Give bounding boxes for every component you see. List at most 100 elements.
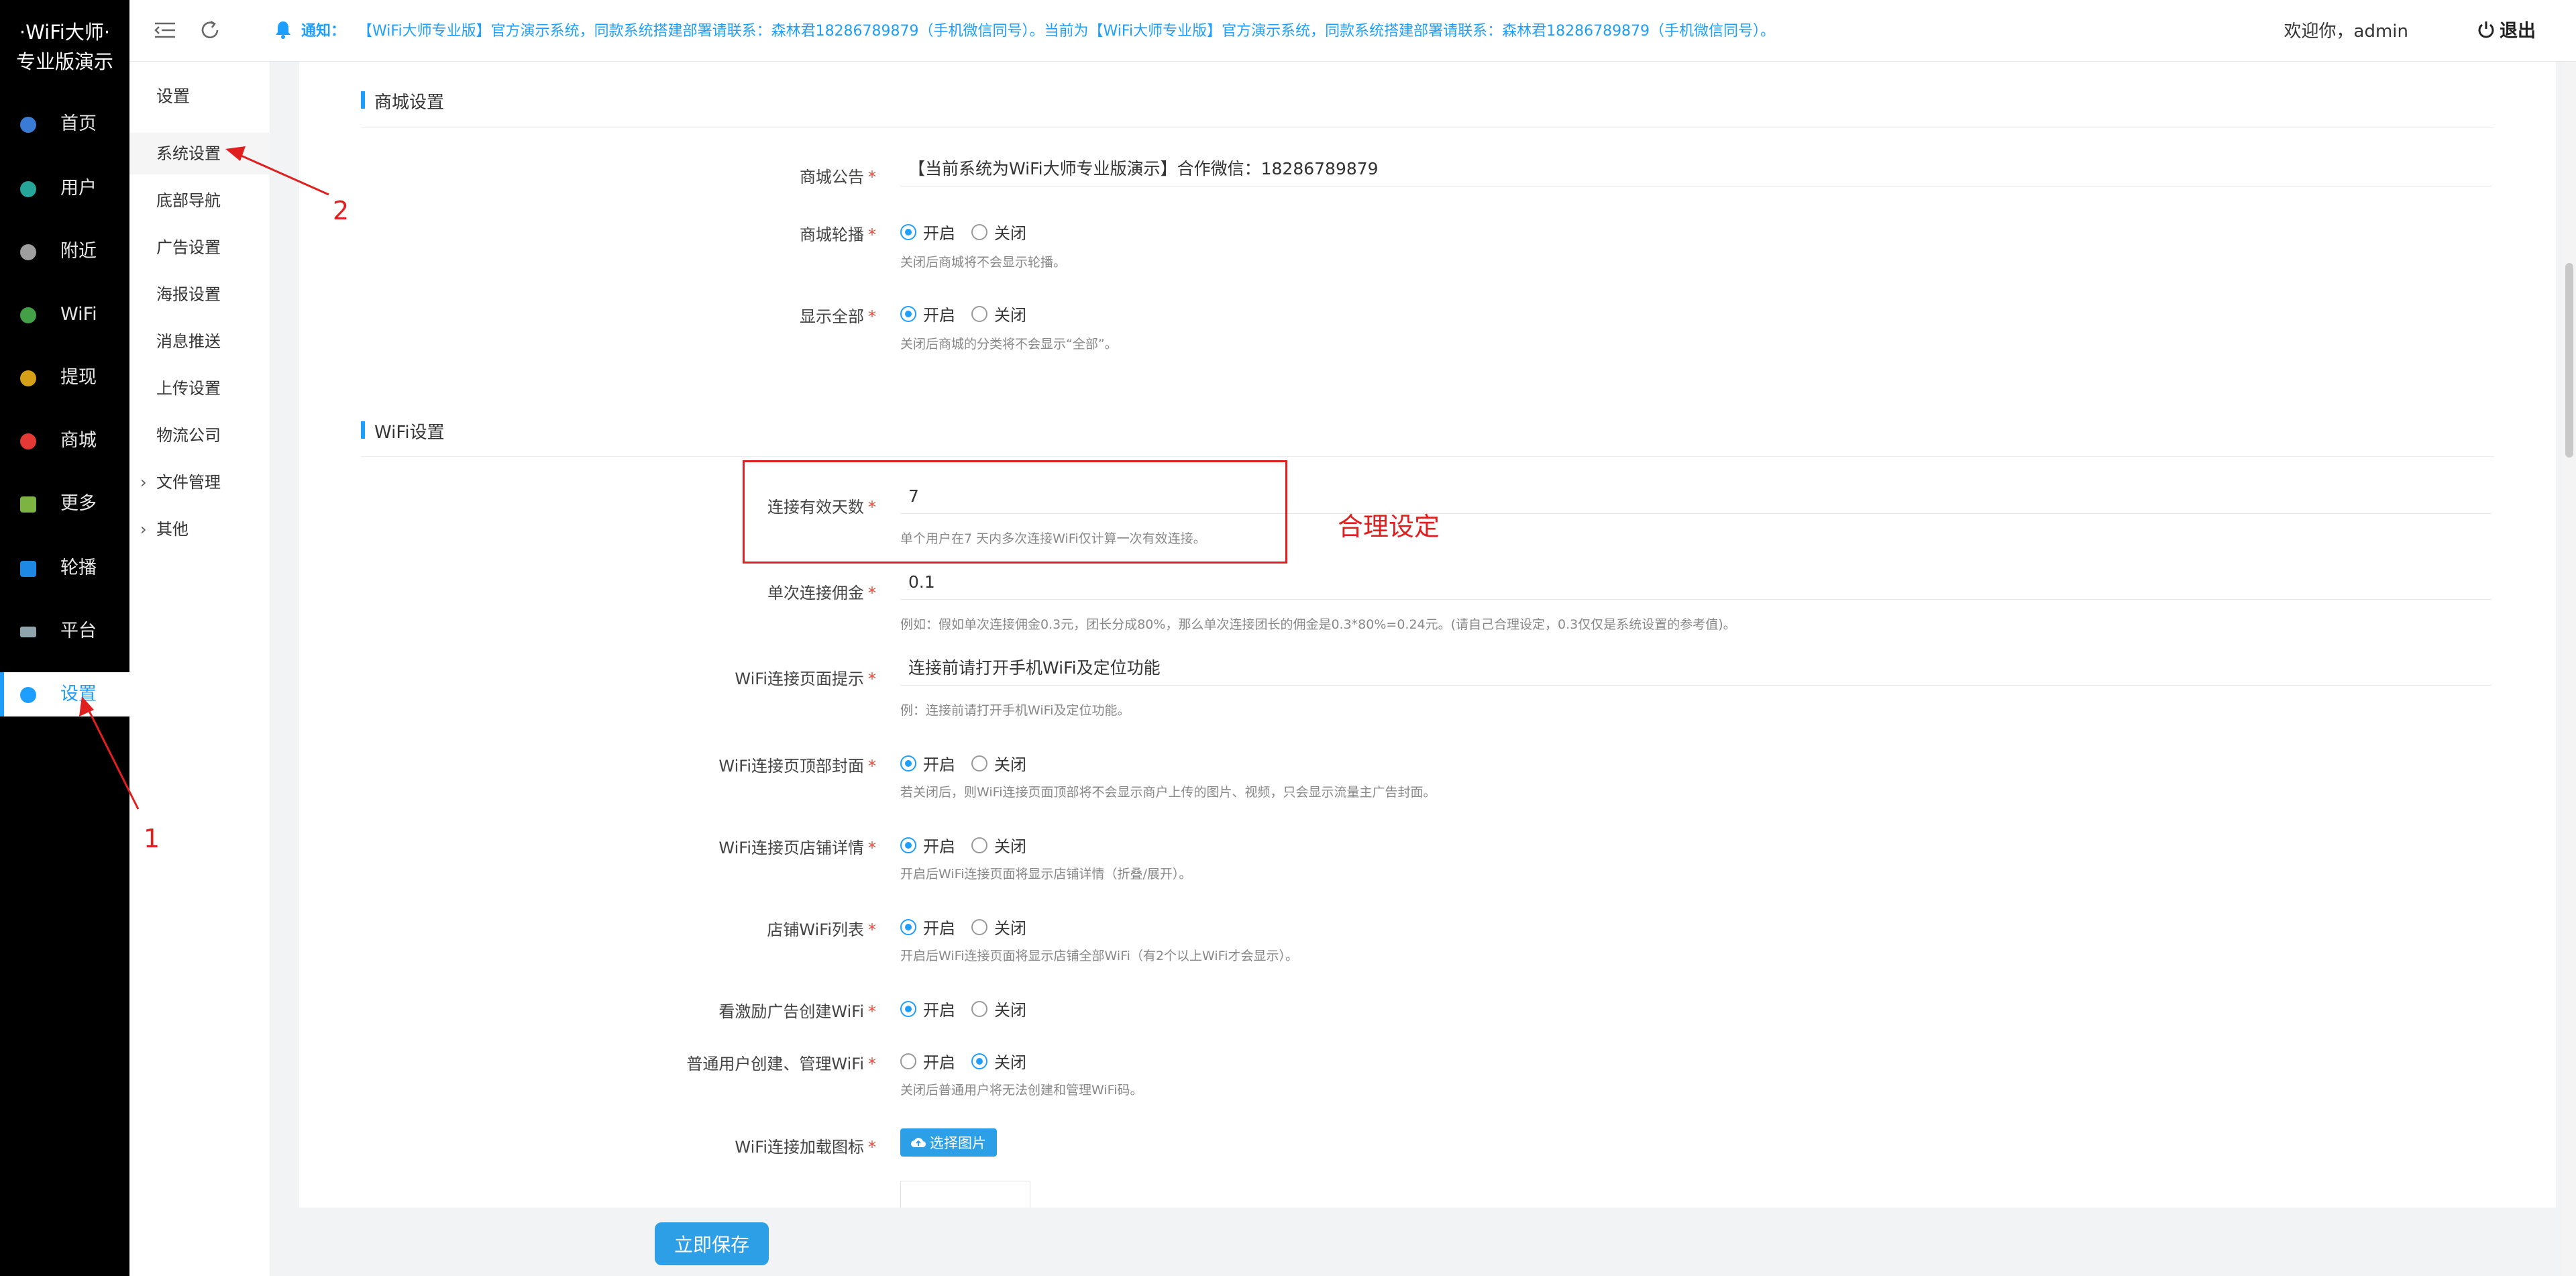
chevron-right-icon: › <box>140 473 147 492</box>
menu-toggle-icon[interactable] <box>154 20 176 40</box>
store-detail-off-radio[interactable]: 关闭 <box>971 833 1026 857</box>
store-list-off-radio[interactable]: 关闭 <box>971 915 1026 939</box>
sidebar-item-carousel[interactable]: 轮播 <box>0 546 129 590</box>
logout-label: 退出 <box>2500 21 2536 42</box>
coin-icon <box>20 370 36 386</box>
scrollbar[interactable] <box>2561 62 2576 1276</box>
home-icon <box>20 117 36 133</box>
main-sidebar: ·WiFi大师· 专业版演示 首页 用户 附近 WiFi 提现 商城 更多 轮播… <box>0 0 129 1276</box>
sidebar-item-settings[interactable]: 设置 <box>0 672 129 716</box>
sidebar-item-home[interactable]: 首页 <box>0 102 129 146</box>
logout-button[interactable]: 退出 <box>2477 16 2536 42</box>
top-cover-off-radio[interactable]: 关闭 <box>971 751 1026 775</box>
user-manage-hint: 关闭后普通用户将无法创建和管理WiFi码。 <box>900 1083 1143 1098</box>
store-list-on-radio[interactable]: 开启 <box>900 915 955 939</box>
sidebar-item-nearby[interactable]: 附近 <box>0 229 129 274</box>
settings-icon <box>20 687 36 703</box>
user-manage-off-radio[interactable]: 关闭 <box>971 1049 1026 1073</box>
bell-icon <box>276 21 290 39</box>
commission-input[interactable] <box>900 565 2491 600</box>
field-label-loading-icon: WiFi连接加载图标 * <box>735 1138 876 1157</box>
annotation-label: 合理设定 <box>1338 512 1440 541</box>
submenu-group-other[interactable]: › 其他 <box>129 509 270 550</box>
submenu-label: 消息推送 <box>156 332 221 351</box>
save-button[interactable]: 立即保存 <box>655 1222 769 1265</box>
grid-icon <box>20 496 36 513</box>
sidebar-item-platform[interactable]: 平台 <box>0 609 129 653</box>
sidebar-item-shop[interactable]: 商城 <box>0 419 129 463</box>
submenu-item-ads[interactable]: 广告设置 <box>129 227 270 268</box>
submenu-item-push[interactable]: 消息推送 <box>129 321 270 362</box>
submenu-label: 海报设置 <box>156 285 221 304</box>
ad-create-on-radio[interactable]: 开启 <box>900 997 955 1020</box>
image-preview <box>900 1181 1030 1210</box>
submenu-label: 上传设置 <box>156 379 221 398</box>
brand-logo: ·WiFi大师· 专业版演示 <box>0 17 129 76</box>
field-label-store-list: 店铺WiFi列表 * <box>767 920 876 939</box>
sidebar-item-wifi[interactable]: WiFi <box>0 293 129 337</box>
carousel-radio-group: 开启 关闭 <box>900 220 1042 244</box>
submenu-label: 其他 <box>156 520 189 539</box>
notice-text: 【WiFi大师专业版】官方演示系统，同款系统搭建部署请联系：森林君1828678… <box>358 23 1776 40</box>
user-manage-radio-group: 开启 关闭 <box>900 1049 1042 1073</box>
field-label-carousel: 商城轮播 * <box>800 225 876 244</box>
submenu-item-logistics[interactable]: 物流公司 <box>129 415 270 456</box>
annotation-box <box>743 460 1287 564</box>
field-label-store-detail: WiFi连接页店铺详情 * <box>718 839 876 857</box>
top-cover-radio-group: 开启 关闭 <box>900 751 1042 775</box>
submenu-label: 广告设置 <box>156 238 221 257</box>
commission-hint: 例如：假如单次连接佣金0.3元，团长分成80%，那么单次连接团长的佣金是0.3*… <box>900 617 1736 632</box>
settings-form: 商城设置 商城公告* 商城轮播* 开启 关闭 关闭后商城将不会显示轮播。 显示全… <box>299 62 2556 1210</box>
carousel-on-radio[interactable]: 开启 <box>900 220 955 244</box>
submenu-item-bottom-nav[interactable]: 底部导航 <box>129 180 270 221</box>
sidebar-item-label: 设置 <box>60 684 97 704</box>
scrollbar-thumb[interactable] <box>2565 263 2573 458</box>
notice-bar: 通知： 【WiFi大师专业版】官方演示系统，同款系统搭建部署请联系：森林君182… <box>273 19 1775 40</box>
top-cover-on-radio[interactable]: 开启 <box>900 751 955 775</box>
show-all-on-radio[interactable]: 开启 <box>900 302 955 325</box>
field-label-top-cover: WiFi连接页顶部封面 * <box>718 757 876 776</box>
ad-create-radio-group: 开启 关闭 <box>900 997 1042 1020</box>
sidebar-item-more[interactable]: 更多 <box>0 482 129 526</box>
submenu-item-poster[interactable]: 海报设置 <box>129 274 270 315</box>
page-tip-input[interactable] <box>900 651 2491 686</box>
top-header: 通知： 【WiFi大师专业版】官方演示系统，同款系统搭建部署请联系：森林君182… <box>129 0 2576 62</box>
sidebar-item-withdraw[interactable]: 提现 <box>0 356 129 400</box>
submenu-item-upload[interactable]: 上传设置 <box>129 368 270 409</box>
annotation-number-2: 2 <box>333 196 350 225</box>
carousel-off-radio[interactable]: 关闭 <box>971 220 1026 244</box>
sidebar-item-label: 平台 <box>60 621 97 641</box>
announcement-input[interactable] <box>900 152 2491 187</box>
submenu-item-system[interactable]: 系统设置 <box>129 133 270 174</box>
sidebar-item-user[interactable]: 用户 <box>0 166 129 211</box>
notice-label: 通知： <box>301 23 346 40</box>
sidebar-item-label: WiFi <box>60 304 97 325</box>
field-label-user-manage: 普通用户创建、管理WiFi * <box>686 1055 876 1073</box>
store-detail-on-radio[interactable]: 开启 <box>900 833 955 857</box>
sidebar-item-label: 附近 <box>60 241 97 262</box>
user-manage-on-radio[interactable]: 开启 <box>900 1049 955 1073</box>
show-all-hint: 关闭后商城的分类将不会显示“全部”。 <box>900 337 1118 352</box>
store-detail-hint: 开启后WiFi连接页面将显示店铺详情（折叠/展开）。 <box>900 867 1192 882</box>
form-footer <box>299 1208 2556 1276</box>
chevron-right-icon: › <box>140 520 147 539</box>
refresh-icon[interactable] <box>199 19 221 42</box>
page-tip-hint: 例：连接前请打开手机WiFi及定位功能。 <box>900 703 1130 718</box>
ad-create-off-radio[interactable]: 关闭 <box>971 997 1026 1020</box>
brand-line-1: ·WiFi大师· <box>19 21 111 44</box>
shop-icon <box>20 433 36 449</box>
submenu-group-files[interactable]: › 文件管理 <box>129 462 270 503</box>
store-list-radio-group: 开启 关闭 <box>900 915 1042 939</box>
choose-image-button[interactable]: 选择图片 <box>900 1128 997 1157</box>
user-icon <box>20 181 36 197</box>
submenu-label: 底部导航 <box>156 191 221 210</box>
divider <box>361 456 2494 457</box>
show-all-off-radio[interactable]: 关闭 <box>971 302 1026 325</box>
choose-image-label: 选择图片 <box>930 1135 986 1151</box>
field-label-show-all: 显示全部 * <box>800 307 876 326</box>
location-icon <box>20 244 36 260</box>
submenu-label: 文件管理 <box>156 473 221 492</box>
monitor-icon <box>20 627 36 637</box>
divider <box>361 127 2494 128</box>
show-all-radio-group: 开启 关闭 <box>900 302 1042 325</box>
